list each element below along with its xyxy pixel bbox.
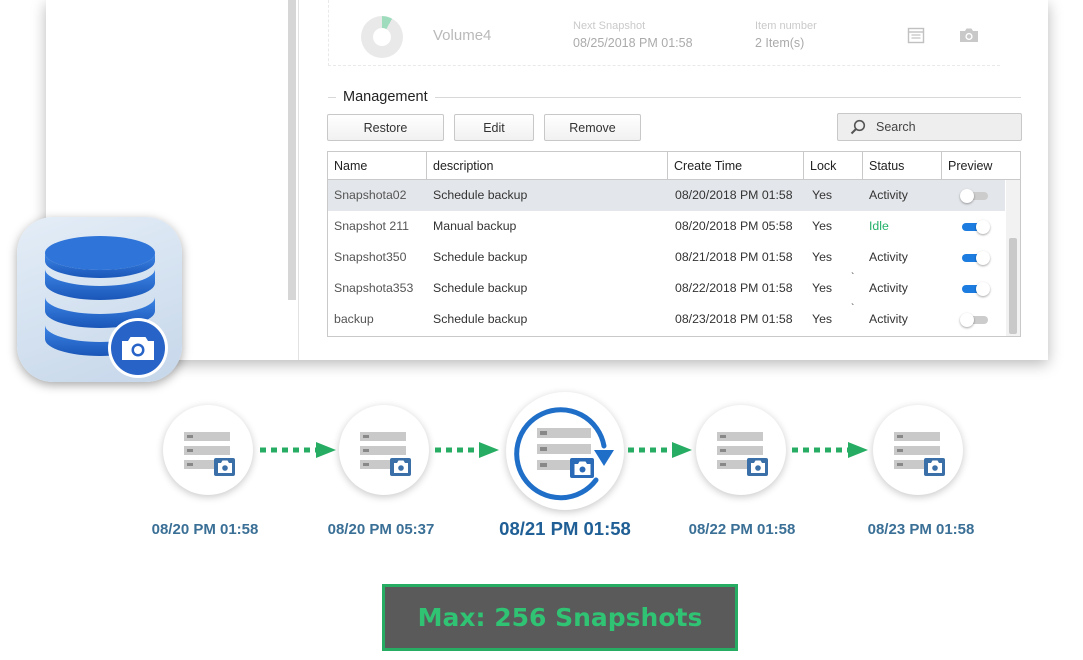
arrow-right-icon: [260, 442, 336, 458]
column-header-name[interactable]: Name: [328, 152, 427, 180]
preview-toggle[interactable]: [960, 189, 990, 203]
cell-description: Schedule backup: [433, 250, 528, 264]
column-header-create-time[interactable]: Create Time: [668, 152, 804, 180]
search-input[interactable]: [876, 120, 1016, 134]
cell-status: Idle: [869, 219, 889, 233]
cell-name: Snapshot 211: [334, 219, 409, 233]
search-box[interactable]: [837, 113, 1022, 141]
cell-lock: Yes: [812, 250, 833, 264]
volume-card[interactable]: Volume4 Next Snapshot 08/25/2018 PM 01:5…: [328, 0, 1000, 66]
cell-lock: Yes: [812, 312, 833, 326]
cell-status: Activity: [869, 312, 908, 326]
snapshot-table: Name description Create Time Lock Status…: [327, 151, 1021, 337]
arrow-right-icon: [792, 442, 868, 458]
table-body: Snapshota02 Schedule backup 08/20/2018 P…: [328, 180, 1005, 335]
table-header: Name description Create Time Lock Status…: [328, 152, 1020, 180]
table-row[interactable]: Snapshot 211 Manual backup 08/20/2018 PM…: [328, 211, 1005, 242]
snapshot-node: [339, 405, 429, 495]
table-row[interactable]: Snapshota02 Schedule backup 08/20/2018 P…: [328, 180, 1005, 211]
cell-description: Schedule backup: [433, 281, 528, 295]
column-header-status[interactable]: Status: [863, 152, 942, 180]
table-scrollbar[interactable]: [1006, 180, 1020, 336]
cell-name: Snapshot350: [334, 250, 407, 264]
stray-mark: `: [851, 272, 855, 283]
stray-mark: `: [851, 303, 855, 314]
cell-name: Snapshota02: [334, 188, 407, 202]
max-snapshots-banner: Max: 256 Snapshots: [382, 584, 738, 651]
app-window: Volume4 Next Snapshot 08/25/2018 PM 01:5…: [46, 0, 1048, 360]
snapshot-date: 08/22 PM 01:58: [688, 521, 796, 538]
cell-create-time: 08/22/2018 PM 01:58: [675, 281, 793, 295]
cell-create-time: 08/21/2018 PM 01:58: [675, 250, 793, 264]
table-row[interactable]: ` Snapshota353 Schedule backup 08/22/201…: [328, 273, 1005, 304]
cell-description: Schedule backup: [433, 312, 528, 326]
table-scrollbar-thumb[interactable]: [1009, 238, 1017, 334]
cell-description: Schedule backup: [433, 188, 528, 202]
snapshot-node: [873, 405, 963, 495]
cell-status: Activity: [869, 281, 908, 295]
item-number-value: 2 Item(s): [755, 36, 805, 50]
next-snapshot-label: Next Snapshot: [573, 20, 646, 32]
cell-description: Manual backup: [433, 219, 517, 233]
restore-button[interactable]: Restore: [327, 114, 444, 141]
table-row[interactable]: ` backup Schedule backup 08/23/2018 PM 0…: [328, 304, 1005, 335]
snapshot-node: [163, 405, 253, 495]
column-header-description[interactable]: description: [427, 152, 668, 180]
column-header-preview[interactable]: Preview: [942, 152, 1020, 180]
server-camera-icon: [894, 432, 945, 476]
next-snapshot-value: 08/25/2018 PM 01:58: [573, 36, 693, 50]
cell-status: Activity: [869, 188, 908, 202]
table-row[interactable]: Snapshot350 Schedule backup 08/21/2018 P…: [328, 242, 1005, 273]
snapshot-node-current: [506, 392, 624, 510]
cell-status: Activity: [869, 250, 908, 264]
cell-name: Snapshota353: [334, 281, 414, 295]
preview-toggle[interactable]: [960, 251, 990, 265]
column-header-lock[interactable]: Lock: [804, 152, 863, 180]
sidebar-scrollbar[interactable]: [288, 0, 296, 300]
preview-toggle[interactable]: [960, 282, 990, 296]
volume-usage-pie: [361, 16, 403, 58]
camera-icon[interactable]: [958, 26, 980, 44]
server-camera-icon: [717, 432, 768, 476]
cell-lock: Yes: [812, 281, 833, 295]
database-icon: [45, 236, 168, 378]
item-number-label: Item number: [755, 20, 817, 32]
cell-create-time: 08/23/2018 PM 01:58: [675, 312, 793, 326]
arrow-right-icon: [628, 442, 692, 458]
server-camera-icon: [360, 432, 411, 476]
main-panel: Volume4 Next Snapshot 08/25/2018 PM 01:5…: [298, 0, 1048, 360]
arrow-right-icon: [435, 442, 499, 458]
cell-create-time: 08/20/2018 PM 05:58: [675, 219, 793, 233]
cell-lock: Yes: [812, 188, 833, 202]
remove-button[interactable]: Remove: [544, 114, 641, 141]
snapshot-date-current: 08/21 PM 01:58: [499, 518, 631, 539]
management-title: Management: [336, 89, 435, 105]
server-camera-refresh-icon: [514, 407, 614, 501]
preview-toggle[interactable]: [960, 313, 990, 327]
edit-button[interactable]: Edit: [454, 114, 534, 141]
volume-name: Volume4: [433, 27, 492, 44]
server-camera-icon: [184, 432, 235, 476]
snapshot-node: [696, 405, 786, 495]
snapshot-date: 08/20 PM 05:37: [327, 521, 435, 538]
snapshot-date: 08/23 PM 01:58: [867, 521, 975, 538]
database-camera-icon: [17, 217, 182, 382]
search-icon: [850, 119, 866, 135]
cell-create-time: 08/20/2018 PM 01:58: [675, 188, 793, 202]
calendar-icon[interactable]: [907, 26, 925, 44]
preview-toggle[interactable]: [960, 220, 990, 234]
snapshot-date: 08/20 PM 01:58: [151, 521, 259, 538]
cell-lock: Yes: [812, 219, 833, 233]
cell-name: backup: [334, 312, 374, 326]
